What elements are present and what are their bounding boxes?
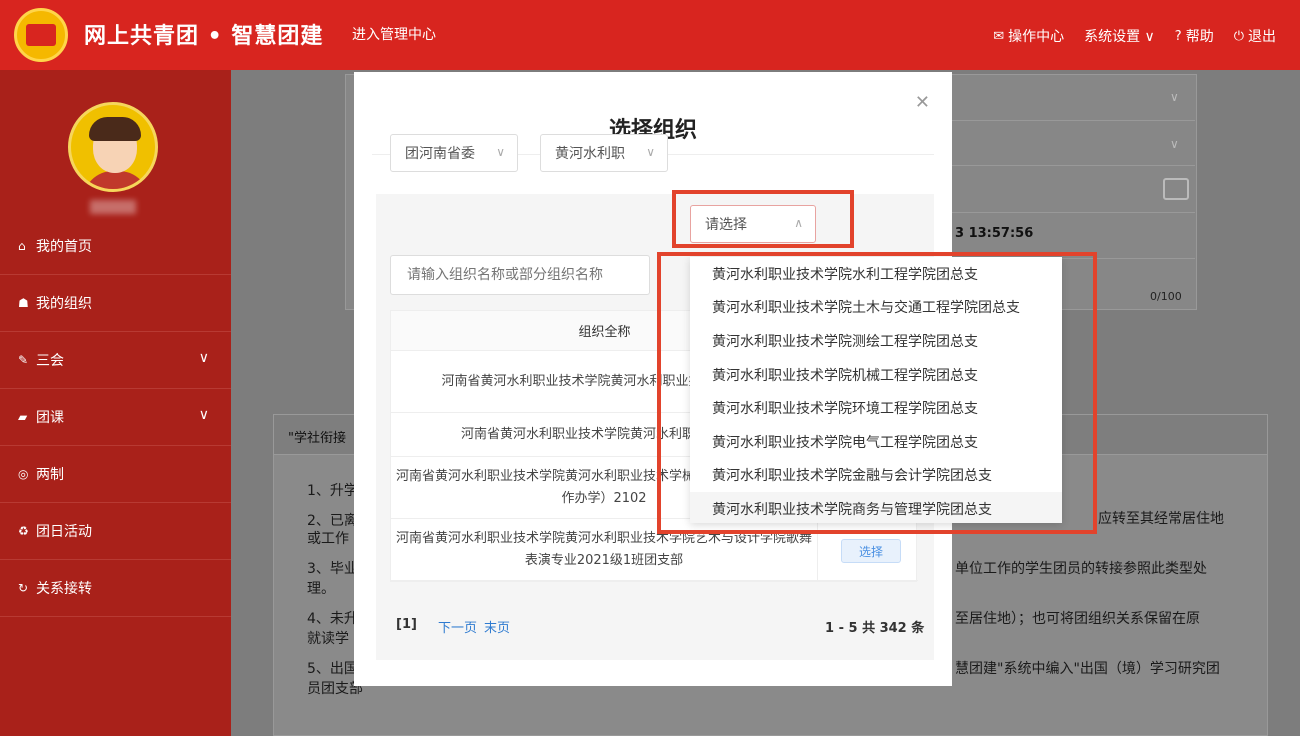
top-nav: ✉ 操作中心 系统设置 ∨ ? 帮助 ⏻ 退出 [993,26,1276,46]
help-icon: ? [1174,28,1182,44]
sidebar-item-league-class[interactable]: ▰ 团课 ∨ [0,389,231,446]
notice-line: 4、未升 [307,611,358,627]
school-select[interactable]: 黄河水利职 ∨ [540,134,668,172]
pager-next-link[interactable]: 下一页 [438,617,477,636]
home-icon: ⌂ [18,239,26,253]
sidebar-item-home[interactable]: ⌂ 我的首页 [0,218,231,275]
notice-line: 1、升学 [307,483,358,499]
notice-line: 单位工作的学生团员的转接参照此类型处 [955,561,1207,577]
sidebar-item-my-org[interactable]: ☗ 我的组织 [0,275,231,332]
divider [945,165,1195,166]
edit-icon [1163,178,1189,200]
org-search-input[interactable] [390,255,650,295]
chevron-down-icon: ∨ [198,350,209,366]
refresh-icon: ↻ [18,581,29,595]
mail-icon: ✉ [993,28,1005,44]
notice-line: 5、出国 [307,661,358,677]
chevron-down-icon: ∨ [198,407,209,423]
timestamp-bg: 3 13:57:56 [955,226,1034,241]
recycle-icon: ♻ [18,524,29,538]
notice-line: 就读学 [307,631,349,647]
char-count-bg: 0/100 [1150,290,1182,303]
sidebar-item-two-systems[interactable]: ◎ 两制 [0,446,231,503]
sidebar-item-three-meetings[interactable]: ✎ 三会 ∨ [0,332,231,389]
chevron-down-icon: ∨ [1170,137,1179,151]
close-icon[interactable]: ✕ [915,92,930,113]
operation-center-link[interactable]: ✉ 操作中心 [993,26,1064,46]
logout-link[interactable]: ⏻ 退出 [1234,26,1276,46]
chevron-down-icon: ∨ [646,145,655,159]
sidebar-item-transfer[interactable]: ↻ 关系接转 [0,560,231,617]
highlight-box-select [672,190,854,248]
pager-last-link[interactable]: 末页 [484,617,510,636]
select-button[interactable]: 选择 [841,539,901,563]
divider [945,120,1195,121]
edit-icon: ✎ [18,353,29,367]
circle-icon: ◎ [18,467,29,481]
notice-line: 2、已离 [307,513,358,529]
app-title: 网上共青团 • 智慧团建 [84,24,324,49]
sidebar-item-league-day[interactable]: ♻ 团日活动 [0,503,231,560]
notice-line: 应转至其经常居住地 [1098,511,1224,527]
pager-total: 1 - 5 共 342 条 [825,621,925,636]
highlight-box-dropdown [657,252,1097,534]
admin-center-link[interactable]: 进入管理中心 [352,24,436,44]
notice-line: 至居住地）；也可将团组织关系保留在原 [955,611,1200,627]
top-header: 网上共青团 • 智慧团建 进入管理中心 ✉ 操作中心 系统设置 ∨ ? 帮助 ⏻ 退出 [0,0,1300,70]
notice-line: 慧团建"系统中编入"出国（境）学习研究团 [955,661,1220,677]
system-settings-menu[interactable]: 系统设置 ∨ [1084,26,1155,46]
notice-line: 或工作 [307,531,349,547]
folder-icon: ▰ [18,410,28,424]
avatar[interactable] [68,102,158,192]
notice-line: 理。 [307,581,335,597]
sidebar: ⌂ 我的首页 ☗ 我的组织 ✎ 三会 ∨ ▰ 团课 ∨ ◎ 两制 ♻ 团日活动 ↻ 关系接转 [0,70,231,736]
chevron-down-icon: ∨ [496,145,505,159]
notice-title: "学社衔接 [288,431,346,446]
username-blurred [90,200,136,214]
power-icon: ⏻ [1233,28,1244,44]
divider [945,212,1195,213]
sidebar-menu: ⌂ 我的首页 ☗ 我的组织 ✎ 三会 ∨ ▰ 团课 ∨ ◎ 两制 ♻ 团日活动 ↻ 关系接转 [0,218,231,617]
notice-line: 3、毕业 [307,561,358,577]
province-select[interactable]: 团河南省委 ∨ [390,134,518,172]
pager-current: [1] [396,617,417,632]
help-link[interactable]: ? 帮助 [1175,26,1214,46]
group-icon: ☗ [18,296,29,310]
chevron-down-icon: ∨ [1170,90,1179,104]
youth-league-logo [14,8,68,62]
